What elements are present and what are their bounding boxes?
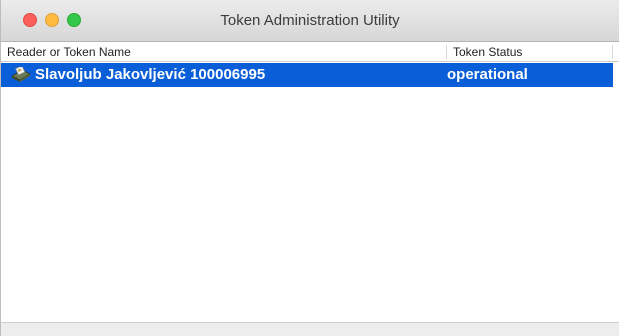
title-bar[interactable]: Token Administration Utility <box>1 0 619 42</box>
column-header-status[interactable]: Token Status <box>453 42 522 61</box>
window-title: Token Administration Utility <box>220 12 400 29</box>
status-bar <box>1 322 619 336</box>
table-row[interactable]: Slavoljub Jakovljević 100006995 operatio… <box>1 63 613 87</box>
column-divider[interactable] <box>612 45 613 59</box>
table-header: Reader or Token Name Token Status <box>1 42 619 62</box>
token-admin-window: Token Administration Utility Reader or T… <box>0 0 619 336</box>
column-divider[interactable] <box>446 45 447 59</box>
column-header-name[interactable]: Reader or Token Name <box>7 42 131 61</box>
token-status: operational <box>447 66 528 83</box>
smartcard-reader-icon <box>10 65 32 83</box>
token-name: Slavoljub Jakovljević 100006995 <box>35 66 266 83</box>
